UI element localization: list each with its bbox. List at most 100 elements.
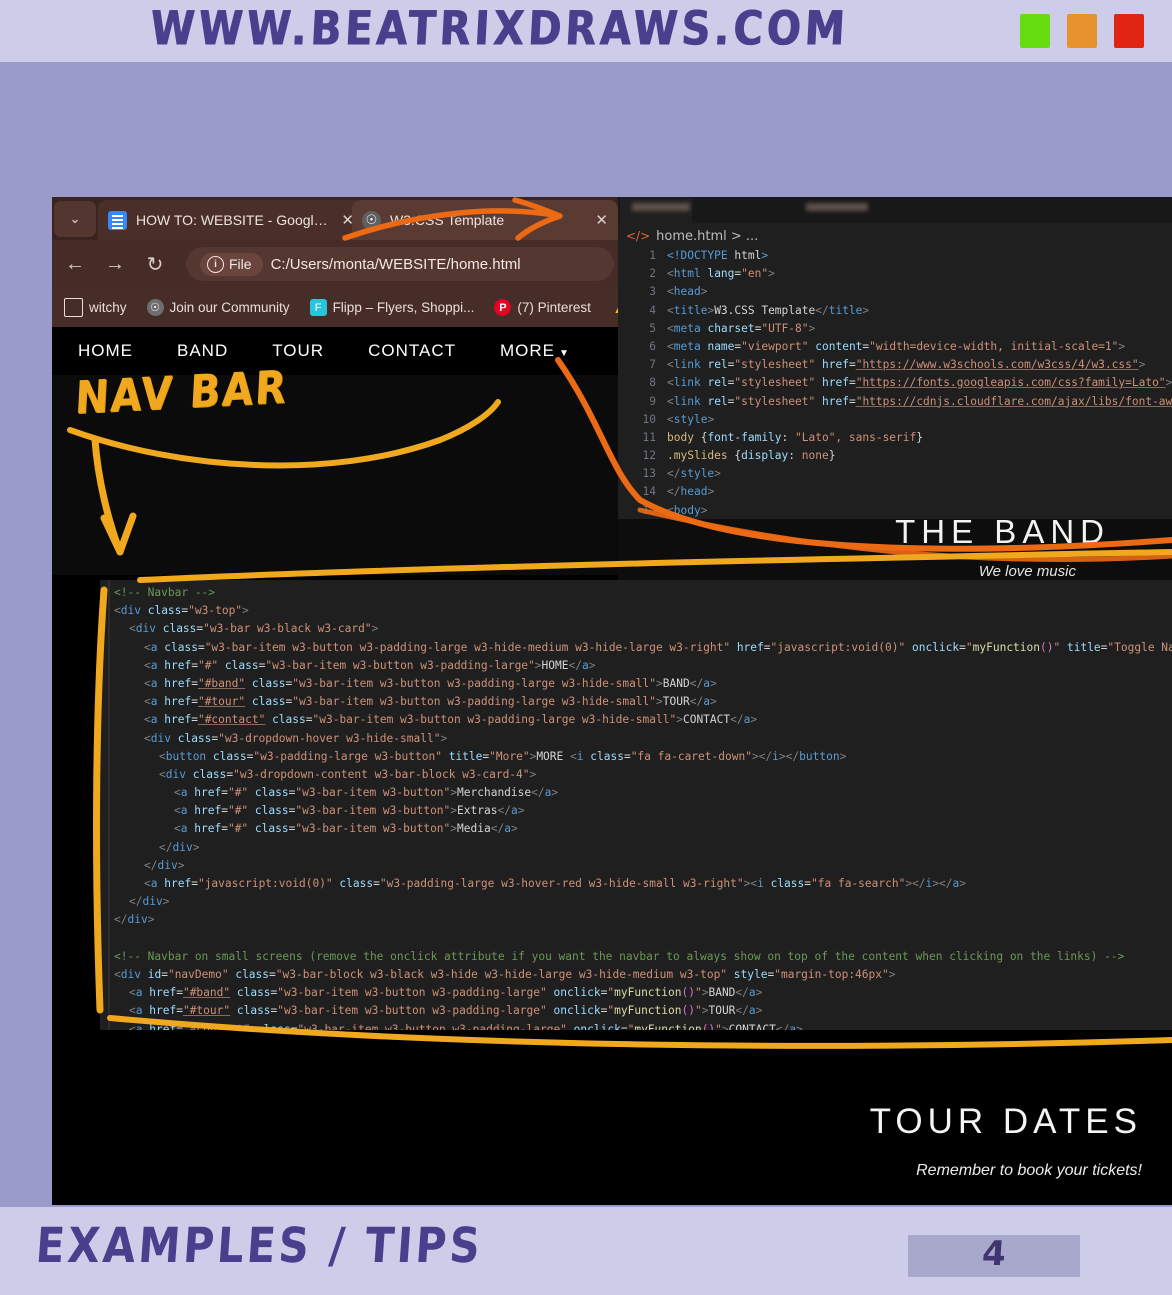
nav-item-contact[interactable]: CONTACT: [350, 341, 474, 361]
back-icon[interactable]: ←: [62, 253, 88, 276]
code-line: 5 <meta charset="UTF-8">: [618, 320, 1172, 338]
code-text: <a href="#band" class="w3-bar-item w3-bu…: [129, 986, 763, 1000]
tab-search-chevron-icon[interactable]: ⌄: [54, 201, 96, 237]
code-line: 3 <head>: [618, 283, 1172, 301]
url-input[interactable]: i File C:/Users/monta/WEBSITE/home.html: [186, 247, 614, 281]
line-number: 13: [642, 467, 656, 481]
code-line: <div class="w3-bar w3-black w3-card">: [100, 620, 1172, 638]
code-line: <!-- Navbar -->: [100, 584, 1172, 602]
code-line: 2 <html lang="en">: [618, 265, 1172, 283]
nav-item-more[interactable]: MORE ▼: [482, 341, 588, 361]
browser-chrome: ⌄ HOW TO: WEBSITE - Google Docs ✕ ☉ W3.C…: [52, 197, 663, 327]
tab-title: HOW TO: WEBSITE - Google Docs: [136, 212, 328, 228]
code-text: <html lang="en">: [667, 267, 775, 281]
nav-item-home[interactable]: HOME: [60, 341, 151, 361]
code-panel: <!-- Navbar --> <div class="w3-top"> <div …: [100, 580, 1172, 1030]
url-text: C:/Users/monta/WEBSITE/home.html: [270, 255, 521, 273]
editor-breadcrumb[interactable]: </> home.html > ...: [626, 227, 758, 245]
code-line: [100, 930, 1172, 948]
code-text: <a href="#" class="w3-bar-item w3-button…: [174, 804, 525, 818]
orange-swatch: [1067, 14, 1097, 48]
code-line: 14 </head>: [618, 483, 1172, 501]
code-line: <a href="#" class="w3-bar-item w3-button…: [100, 820, 1172, 838]
browser-tabstrip: ⌄ HOW TO: WEBSITE - Google Docs ✕ ☉ W3.C…: [52, 197, 618, 240]
globe-icon: ☉: [146, 299, 164, 316]
code-line: <a href="#" class="w3-bar-item w3-button…: [100, 657, 1172, 675]
more-label: MORE: [500, 341, 555, 360]
code-text: <button class="w3-padding-large w3-butto…: [159, 749, 847, 763]
site-url-title: WWW.BEATRIXDRAWS.COM: [148, 1, 850, 57]
close-icon[interactable]: ✕: [595, 211, 608, 229]
code-text: <a href="#" class="w3-bar-item w3-button…: [174, 786, 559, 800]
page-number: 4: [980, 1234, 1008, 1274]
browser-tab-w3css-template[interactable]: ☉ W3.CSS Template ✕: [352, 200, 618, 240]
bookmarks-bar: witchy ☉ Join our Community F Flipp – Fl…: [52, 288, 663, 327]
nav-item-band[interactable]: BAND: [159, 341, 246, 361]
footer-title: EXAMPLES / TIPS: [34, 1217, 485, 1274]
code-line: <div class="w3-top">: [100, 602, 1172, 620]
reload-icon[interactable]: ↻: [142, 252, 168, 277]
folder-icon: [64, 298, 83, 317]
line-number: 2: [649, 267, 656, 281]
code-line: <a href="#" class="w3-bar-item w3-button…: [100, 784, 1172, 802]
code-text: </div>: [129, 895, 170, 909]
line-number: 1: [649, 249, 656, 262]
code-text: <meta name="viewport" content="width=dev…: [667, 339, 1126, 353]
bookmark-pinterest[interactable]: P (7) Pinterest: [494, 299, 591, 316]
tour-dates-band: TOUR DATES Remember to book your tickets…: [52, 1030, 1172, 1205]
code-line: <!-- Navbar on small screens (remove the…: [100, 948, 1172, 966]
code-line: 12 .mySlides {display: none}: [618, 447, 1172, 465]
code-line: </div>: [100, 911, 1172, 929]
code-line: </div>: [100, 893, 1172, 911]
code-line: 10 <style>: [618, 411, 1172, 429]
top-banner: WWW.BEATRIXDRAWS.COM: [0, 0, 1172, 62]
slide-page: WWW.BEATRIXDRAWS.COM ⌄ HOW TO: WEBSITE -…: [0, 0, 1172, 1295]
code-text: </style>: [667, 467, 721, 481]
code-text: <link rel="stylesheet" href="https://cdn…: [667, 394, 1172, 408]
line-number: 6: [649, 339, 656, 353]
code-text: <!-- Navbar on small screens (remove the…: [114, 949, 1125, 963]
code-line: 11 body {font-family: "Lato", sans-serif}: [618, 429, 1172, 447]
hero-title: THE BAND: [895, 513, 1110, 550]
code-text: <link rel="stylesheet" href="https://fon…: [667, 376, 1172, 390]
code-text: <a class="w3-bar-item w3-button w3-paddi…: [144, 640, 1172, 654]
code-text: </head>: [667, 485, 715, 499]
forward-icon[interactable]: →: [102, 253, 128, 276]
red-swatch: [1114, 14, 1144, 48]
code-text: <!DOCTYPE html>: [667, 249, 769, 262]
bookmark-join-our-community[interactable]: ☉ Join our Community: [146, 299, 290, 316]
scheme-label: File: [229, 256, 252, 272]
code-line: <a href="#tour" class="w3-bar-item w3-bu…: [100, 1002, 1172, 1020]
code-text: <div class="w3-dropdown-hover w3-hide-sm…: [144, 731, 448, 745]
line-number: 14: [642, 485, 656, 499]
screenshot-frame: ⌄ HOW TO: WEBSITE - Google Docs ✕ ☉ W3.C…: [52, 197, 1172, 1205]
line-number: 10: [642, 412, 656, 426]
globe-icon: ☉: [362, 210, 381, 230]
code-text: <a href="#" class="w3-bar-item w3-button…: [174, 822, 518, 836]
hero-band: THE BAND We love music: [618, 513, 1172, 581]
code-line: <a href="#tour" class="w3-bar-item w3-bu…: [100, 693, 1172, 711]
footer-banner: EXAMPLES / TIPS 4: [0, 1207, 1172, 1295]
code-text: <a href="#contact" class="w3-bar-item w3…: [129, 1022, 803, 1031]
site-navbar: HOME BAND TOUR CONTACT MORE ▼: [52, 327, 618, 375]
code-text: <a href="#contact" class="w3-bar-item w3…: [144, 713, 758, 727]
info-icon: i: [207, 255, 224, 273]
flipp-icon: F: [309, 299, 327, 316]
code-text: <a href="#band" class="w3-bar-item w3-bu…: [144, 676, 717, 690]
code-text: </div>: [114, 913, 155, 927]
code-line: 8 <link rel="stylesheet" href="https://fo…: [618, 374, 1172, 392]
file-scheme-pill: i File: [200, 252, 263, 276]
pinterest-icon: P: [494, 299, 512, 316]
nav-item-tour[interactable]: TOUR: [254, 341, 342, 361]
code-text: <!-- Navbar -->: [114, 586, 216, 599]
code-line: <div id="navDemo" class="w3-bar-block w3…: [100, 966, 1172, 984]
bookmark-witchy[interactable]: witchy: [64, 298, 127, 317]
bookmark-flipp[interactable]: F Flipp – Flyers, Shoppi...: [309, 299, 474, 316]
code-editor: </> home.html > ... 1 <!DOCTYPE html> 2 <ht…: [618, 197, 1172, 519]
code-text: <link rel="stylesheet" href="https://www…: [667, 358, 1146, 372]
code-panel-lines: <!-- Navbar --> <div class="w3-top"> <div …: [100, 584, 1172, 1030]
hero-subtitle: We love music: [978, 563, 1076, 580]
code-line: 13 </style>: [618, 465, 1172, 483]
browser-tab-google-docs[interactable]: HOW TO: WEBSITE - Google Docs ✕: [98, 200, 364, 240]
code-line: 6 <meta name="viewport" content="width=de…: [618, 338, 1172, 356]
